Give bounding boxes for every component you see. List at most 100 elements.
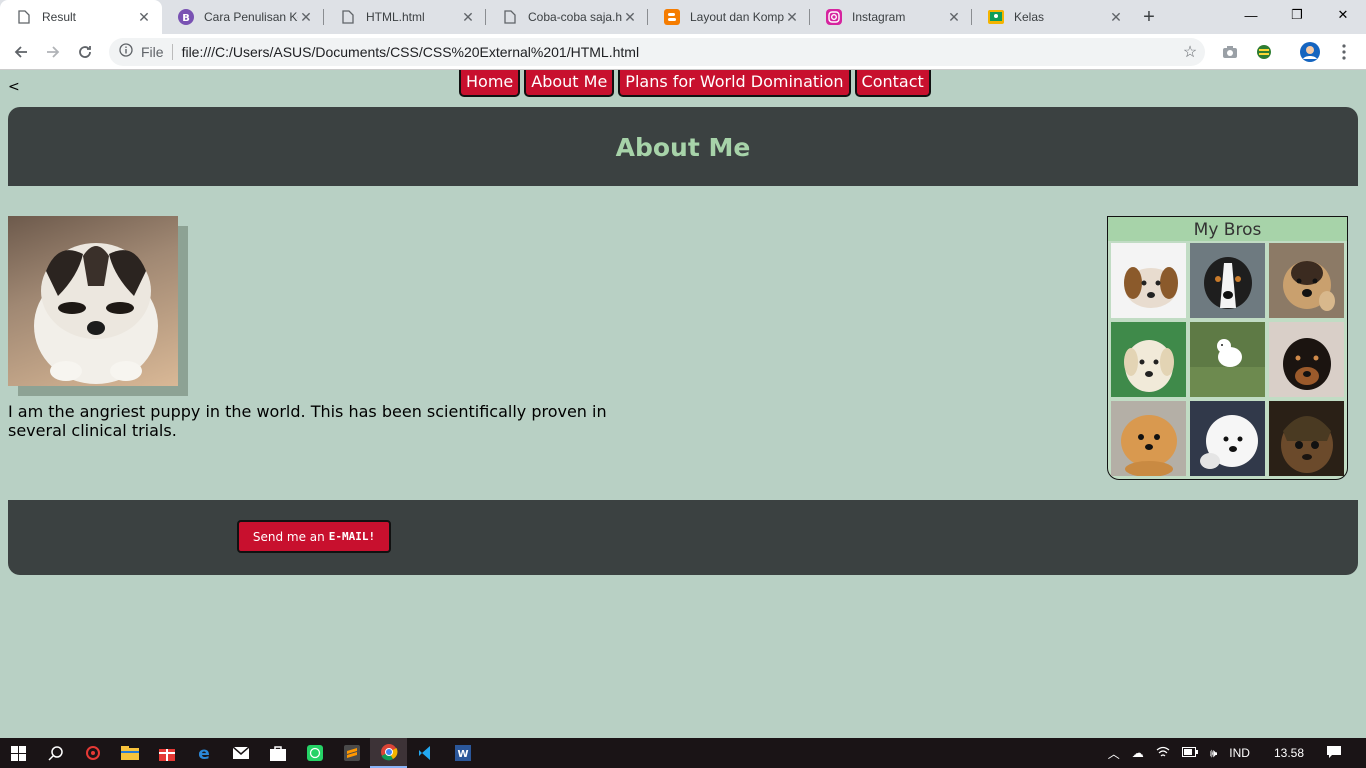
close-icon[interactable]: ✕ xyxy=(946,9,962,25)
tab-strip: Result ✕ B Cara Penulisan Ko ✕ HTML.html… xyxy=(0,0,1366,34)
notification-icon[interactable] xyxy=(1326,745,1342,762)
bros-grid xyxy=(1108,241,1347,476)
chevron-up-icon[interactable]: ︿ xyxy=(1108,745,1120,762)
wifi-icon[interactable] xyxy=(1156,746,1170,761)
window-controls: — ❐ ✕ xyxy=(1228,0,1366,30)
tab-label: Kelas xyxy=(1014,10,1045,24)
nav-plans[interactable]: Plans for World Domination xyxy=(618,70,851,97)
page-icon xyxy=(502,9,518,25)
language-indicator[interactable]: IND xyxy=(1229,746,1250,760)
info-icon[interactable] xyxy=(119,43,133,60)
chrome-icon[interactable] xyxy=(370,738,407,768)
bro-photo xyxy=(1190,243,1265,318)
bro-photo xyxy=(1269,322,1344,397)
scheme-label: File xyxy=(141,43,164,60)
close-icon[interactable]: ✕ xyxy=(298,9,314,25)
reload-icon[interactable] xyxy=(69,36,101,68)
classroom-icon xyxy=(988,9,1004,25)
store-icon[interactable] xyxy=(259,738,296,768)
svg-text:e: e xyxy=(198,745,210,761)
search-icon[interactable] xyxy=(37,738,74,768)
bros-title: My Bros xyxy=(1108,217,1347,241)
page-icon xyxy=(340,9,356,25)
page-footer: Send me an E-MAIL! xyxy=(8,500,1358,575)
restore-button[interactable]: ❐ xyxy=(1274,0,1320,30)
whatsapp-icon[interactable] xyxy=(296,738,333,768)
extension-globe-icon[interactable] xyxy=(1247,36,1281,68)
new-tab-button[interactable]: + xyxy=(1134,0,1164,34)
windows-taskbar: e W ︿ ☁ 🕪 IND 13.58 xyxy=(0,738,1366,768)
page-title: About Me xyxy=(615,133,751,162)
profile-avatar-icon[interactable] xyxy=(1293,36,1327,68)
bootstrap-icon: B xyxy=(178,9,194,25)
tab-label: Coba-coba saja.ht xyxy=(528,10,622,24)
sublime-text-icon[interactable] xyxy=(333,738,370,768)
cloud-icon[interactable]: ☁ xyxy=(1132,746,1144,760)
close-window-button[interactable]: ✕ xyxy=(1320,0,1366,30)
back-link[interactable]: < xyxy=(8,79,20,95)
page-icon xyxy=(16,9,32,25)
tab-html[interactable]: HTML.html ✕ xyxy=(324,0,486,34)
tab-result[interactable]: Result ✕ xyxy=(0,0,162,34)
page-content: < Home About Me Plans for World Dominati… xyxy=(0,70,1366,738)
close-icon[interactable]: ✕ xyxy=(1108,9,1124,25)
instagram-icon xyxy=(826,9,842,25)
email-button-emphasis: E-MAIL! xyxy=(328,530,376,543)
tab-kelas[interactable]: Kelas ✕ xyxy=(972,0,1134,34)
tab-label: Result xyxy=(42,10,77,24)
vscode-icon[interactable] xyxy=(407,738,444,768)
tab-layout[interactable]: Layout dan Kompo ✕ xyxy=(648,0,810,34)
close-icon[interactable]: ✕ xyxy=(460,9,476,25)
game-app-icon[interactable] xyxy=(74,738,111,768)
gift-app-icon[interactable] xyxy=(148,738,185,768)
bio-text: I am the angriest puppy in the world. Th… xyxy=(8,402,607,440)
minimize-button[interactable]: — xyxy=(1228,0,1274,30)
word-icon[interactable]: W xyxy=(444,738,481,768)
file-explorer-icon[interactable] xyxy=(111,738,148,768)
bro-photo xyxy=(1190,401,1265,476)
edge-browser-icon[interactable]: e xyxy=(185,738,222,768)
email-button[interactable]: Send me an E-MAIL! xyxy=(237,520,391,553)
bro-photo xyxy=(1111,243,1186,318)
nav-contact[interactable]: Contact xyxy=(854,70,931,97)
bro-photo xyxy=(1269,243,1344,318)
menu-kebab-icon[interactable] xyxy=(1327,36,1361,68)
tab-label: Layout dan Kompo xyxy=(690,10,784,24)
mail-icon[interactable] xyxy=(222,738,259,768)
bro-photo xyxy=(1111,322,1186,397)
clock-time[interactable]: 13.58 xyxy=(1274,746,1304,760)
page-header: About Me xyxy=(8,107,1358,186)
address-bar[interactable]: File file:///C:/Users/ASUS/Documents/CSS… xyxy=(109,37,1205,66)
bro-photo xyxy=(1111,401,1186,476)
tab-cara-penulisan[interactable]: B Cara Penulisan Ko ✕ xyxy=(162,0,324,34)
main-nav: Home About Me Plans for World Domination… xyxy=(459,70,935,97)
puppy-photo xyxy=(8,216,188,396)
volume-icon[interactable]: 🕪 xyxy=(1210,746,1218,761)
tab-label: Instagram xyxy=(852,10,906,24)
forward-arrow-icon[interactable] xyxy=(37,36,69,68)
bro-photo xyxy=(1190,322,1265,397)
battery-icon[interactable] xyxy=(1181,746,1198,760)
bookmark-star-icon[interactable]: ☆ xyxy=(1175,42,1205,62)
close-icon[interactable]: ✕ xyxy=(784,9,800,25)
windows-start-icon[interactable] xyxy=(0,738,37,768)
my-bros-panel: My Bros xyxy=(1107,216,1348,480)
url-text[interactable]: file:///C:/Users/ASUS/Documents/CSS/CSS%… xyxy=(182,44,1175,60)
close-icon[interactable]: ✕ xyxy=(136,9,152,25)
tab-label: HTML.html xyxy=(366,10,425,24)
camera-icon[interactable] xyxy=(1213,36,1247,68)
tab-label: Cara Penulisan Ko xyxy=(204,10,298,24)
nav-about-me[interactable]: About Me xyxy=(524,70,615,97)
tab-instagram[interactable]: Instagram ✕ xyxy=(810,0,972,34)
email-button-label: Send me an xyxy=(252,529,325,544)
tab-coba-coba[interactable]: Coba-coba saja.ht ✕ xyxy=(486,0,648,34)
close-icon[interactable]: ✕ xyxy=(622,9,638,25)
browser-toolbar: File file:///C:/Users/ASUS/Documents/CSS… xyxy=(0,34,1366,70)
bro-photo xyxy=(1269,401,1344,476)
back-arrow-icon[interactable] xyxy=(5,36,37,68)
system-tray: ︿ ☁ 🕪 IND 13.58 xyxy=(1108,738,1366,768)
svg-text:B: B xyxy=(182,13,190,24)
svg-text:W: W xyxy=(457,749,468,760)
nav-home[interactable]: Home xyxy=(459,70,521,97)
blogger-icon xyxy=(664,9,680,25)
